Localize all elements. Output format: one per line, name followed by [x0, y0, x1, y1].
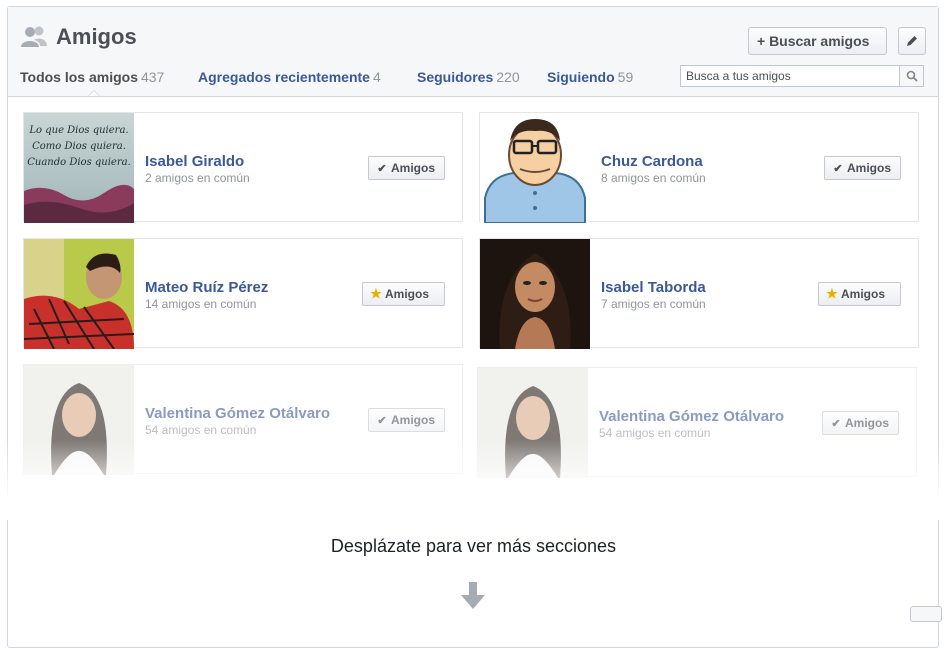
friends-header: Amigos + Buscar amigos Todos los amigos 4…	[8, 7, 938, 97]
friend-photo[interactable]	[480, 239, 590, 349]
tab-label: Agregados recientemente	[198, 69, 370, 85]
down-arrow-icon	[461, 582, 485, 609]
tab-all-friends[interactable]: Todos los amigos 437	[20, 69, 164, 85]
search-icon	[906, 70, 918, 82]
tab-recently-added[interactable]: Agregados recientemente 4	[198, 69, 381, 85]
tab-following[interactable]: Siguiendo 59	[547, 69, 633, 85]
friend-name[interactable]: Isabel Taborda	[601, 279, 706, 296]
svg-text:Cuando Dios quiera.: Cuando Dios quiera.	[27, 157, 131, 168]
tab-label: Seguidores	[417, 69, 494, 85]
quote-image: Lo que Dios quiera. Como Dios quiera. Cu…	[24, 113, 134, 223]
svg-text:Como Dios quiera.: Como Dios quiera.	[32, 141, 126, 152]
svg-text:Lo que Dios quiera.: Lo que Dios quiera.	[28, 125, 128, 136]
help-button[interactable]	[910, 606, 942, 622]
friend-name[interactable]: Valentina Gómez Otálvaro	[599, 408, 784, 425]
star-icon: ★	[370, 286, 382, 301]
check-icon: ✔	[831, 418, 841, 430]
mutual-friends[interactable]: 8 amigos en común	[601, 171, 706, 185]
button-label: Amigos	[385, 287, 430, 301]
edit-button[interactable]	[898, 27, 926, 55]
search-button[interactable]	[899, 66, 923, 86]
mutual-friends[interactable]: 7 amigos en común	[601, 297, 706, 311]
scroll-hint: Desplázate para ver más secciones	[330, 536, 617, 556]
tab-followers[interactable]: Seguidores 220	[417, 69, 520, 85]
button-label: Amigos	[391, 161, 436, 175]
friend-name[interactable]: Mateo Ruíz Pérez	[145, 279, 268, 296]
button-label: Amigos	[845, 416, 890, 430]
cartoon-avatar	[480, 113, 590, 223]
friends-status-button[interactable]: ✔ Amigos	[368, 156, 445, 180]
page-title: Amigos	[56, 24, 137, 49]
friend-name[interactable]: Isabel Giraldo	[145, 153, 244, 170]
friend-name[interactable]: Valentina Gómez Otálvaro	[145, 405, 330, 422]
friends-search-box	[680, 65, 924, 87]
check-icon: ✔	[377, 163, 387, 175]
mutual-friends[interactable]: 2 amigos en común	[145, 171, 250, 185]
tab-count: 220	[496, 69, 520, 85]
tab-label: Siguiendo	[547, 69, 615, 85]
friend-card: Mateo Ruíz Pérez 14 amigos en común ★ Ami…	[23, 238, 463, 349]
scroll-fade	[0, 440, 947, 520]
friend-card: Lo que Dios quiera. Como Dios quiera. Cu…	[23, 112, 463, 223]
friends-status-button[interactable]: ✔ Amigos	[824, 156, 901, 180]
friends-icon	[21, 26, 47, 47]
search-input[interactable]	[681, 66, 895, 86]
friends-status-button[interactable]: ★ Amigos	[362, 282, 445, 306]
friends-status-button[interactable]: ✔ Amigos	[822, 411, 899, 435]
friends-status-button[interactable]: ✔ Amigos	[368, 408, 445, 432]
friend-photo[interactable]: Lo que Dios quiera. Como Dios quiera. Cu…	[24, 113, 134, 223]
friend-name[interactable]: Chuz Cardona	[601, 153, 703, 170]
button-label: Amigos	[841, 287, 886, 301]
check-icon: ✔	[377, 415, 387, 427]
mutual-friends[interactable]: 54 amigos en común	[145, 423, 256, 437]
active-tab-indicator	[88, 90, 100, 96]
button-label: Amigos	[847, 161, 892, 175]
button-label: Amigos	[391, 413, 436, 427]
profile-photo	[480, 239, 590, 349]
tab-count: 4	[372, 69, 381, 85]
check-icon: ✔	[833, 163, 843, 175]
friends-status-button[interactable]: ★ Amigos	[818, 282, 901, 306]
star-icon: ★	[826, 286, 838, 301]
tab-count: 437	[140, 69, 165, 85]
mutual-friends[interactable]: 54 amigos en común	[599, 426, 710, 440]
tab-label: Todos los amigos	[20, 69, 138, 85]
friend-photo[interactable]	[480, 113, 590, 223]
friend-card: Chuz Cardona 8 amigos en común ✔ Amigos	[479, 112, 919, 223]
profile-photo	[24, 239, 134, 349]
mutual-friends[interactable]: 14 amigos en común	[145, 297, 256, 311]
pencil-icon	[907, 36, 917, 46]
find-friends-button[interactable]: + Buscar amigos	[748, 27, 887, 55]
tab-count: 59	[617, 69, 634, 85]
friend-card: Isabel Taborda 7 amigos en común ★ Amigos	[479, 238, 919, 349]
friend-photo[interactable]	[24, 239, 134, 349]
